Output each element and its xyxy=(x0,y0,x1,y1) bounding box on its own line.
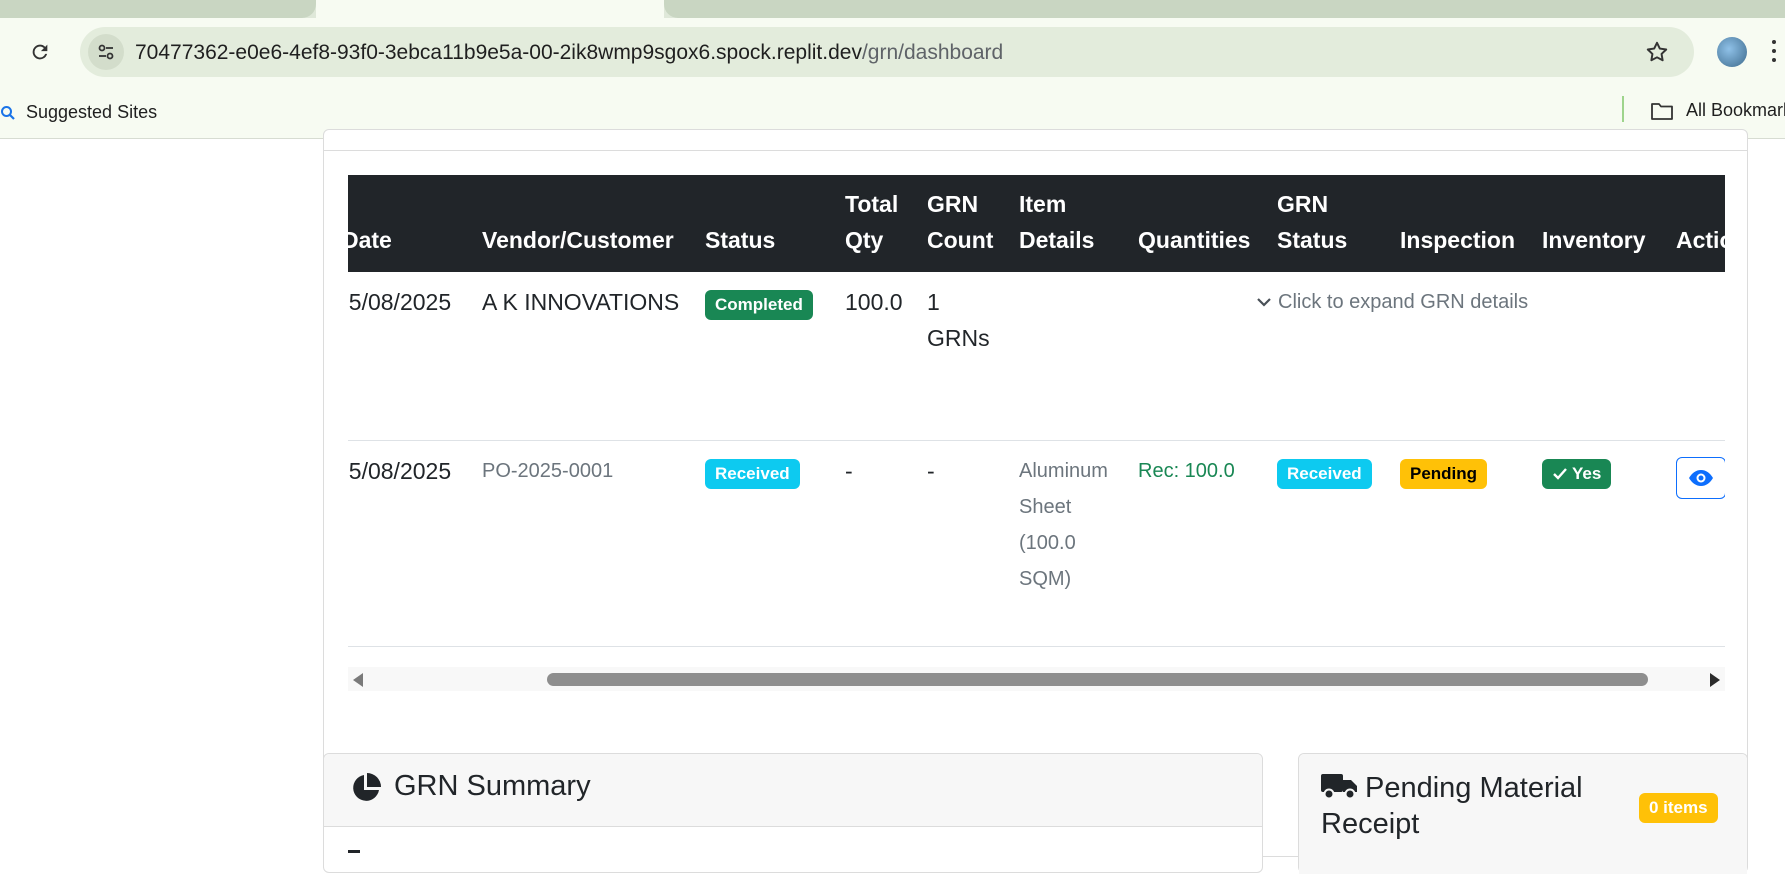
grn-status-badge: Received xyxy=(1277,459,1372,489)
header-grn-count: GRN Count xyxy=(927,186,993,258)
browser-tab[interactable] xyxy=(0,0,316,18)
card-header: Pending Material Receipt 0 items xyxy=(1299,754,1747,874)
header-inspection: Inspection xyxy=(1400,227,1516,253)
chevron-down-icon xyxy=(1257,298,1271,307)
profile-avatar[interactable] xyxy=(1717,37,1747,67)
eye-icon xyxy=(1689,470,1713,486)
tab-strip xyxy=(0,0,1785,18)
bookmark-suggested-sites[interactable]: Suggested Sites xyxy=(0,102,157,123)
row-quantities: Rec: 100.0 xyxy=(1138,460,1235,482)
row-total-qty: - xyxy=(845,458,853,484)
header-grn-status-line2: Status xyxy=(1277,227,1348,253)
site-info-icon[interactable] xyxy=(88,34,124,70)
all-bookmarks-button[interactable]: All Bookmarks xyxy=(1650,100,1785,121)
header-grn-status-line1: GRN xyxy=(1277,191,1329,217)
truck-icon xyxy=(1321,774,1357,800)
grn-count-unit: GRNs xyxy=(927,325,990,351)
bookmarks-separator xyxy=(1622,96,1624,122)
pie-chart-icon xyxy=(350,772,382,809)
header-actions: Actions xyxy=(1676,227,1725,253)
row-date: 15/08/2025 xyxy=(348,458,452,484)
card-title: Pending Material Receipt xyxy=(1321,770,1651,842)
row-date: 15/08/2025 xyxy=(348,289,452,315)
header-total-qty-line1: Total xyxy=(845,191,899,217)
url-path: /grn/dashboard xyxy=(861,41,1004,64)
url-text[interactable]: 70477362-e0e6-4ef8-93f0-3ebca11b9e5a-00-… xyxy=(135,41,1003,65)
inventory-badge: Yes xyxy=(1542,459,1612,489)
grn-table: Date Vendor/Customer Status Total Qty GRN… xyxy=(348,175,1725,649)
reload-icon[interactable] xyxy=(24,36,56,68)
inventory-label: Yes xyxy=(1572,464,1602,483)
row-grn-count: - xyxy=(927,458,935,484)
scroll-left-arrow[interactable] xyxy=(353,673,363,687)
bookmark-star-icon[interactable] xyxy=(1644,39,1670,65)
item-line: (100.0 xyxy=(1019,532,1076,554)
view-button[interactable] xyxy=(1676,457,1725,499)
header-grn-status: GRN Status xyxy=(1277,186,1347,258)
card-divider xyxy=(324,150,1748,151)
row-total-qty: 100.0 xyxy=(845,289,903,315)
expand-text: Click to expand GRN details xyxy=(1278,291,1529,313)
header-quantities: Quantities xyxy=(1138,227,1251,253)
card-title-text: Pending Material Receipt xyxy=(1321,772,1583,840)
table-header: Date Vendor/Customer Status Total Qty GRN… xyxy=(348,175,1725,272)
scroll-thumb[interactable] xyxy=(547,673,1648,686)
status-badge: Received xyxy=(705,459,800,489)
browser-tab-active[interactable] xyxy=(316,0,664,18)
card-body-line xyxy=(348,850,360,853)
status-badge: Completed xyxy=(705,290,813,320)
more-menu-icon[interactable] xyxy=(1772,40,1778,64)
header-status: Status xyxy=(705,227,776,253)
header-date: Date xyxy=(348,227,392,253)
header-total-qty: Total Qty xyxy=(845,186,898,258)
url-host: 70477362-e0e6-4ef8-93f0-3ebca11b9e5a-00-… xyxy=(135,41,862,64)
page-content: Date Vendor/Customer Status Total Qty GRN… xyxy=(0,129,1785,874)
scroll-right-arrow[interactable] xyxy=(1710,673,1720,687)
header-item-details-line1: Item xyxy=(1019,191,1067,217)
row-po-number: PO-2025-0001 xyxy=(482,460,614,482)
pending-material-receipt-card: Pending Material Receipt 0 items xyxy=(1298,753,1748,874)
items-count-badge: 0 items xyxy=(1639,793,1718,823)
expand-grn-details[interactable]: Click to expand GRN details xyxy=(1254,284,1528,320)
grn-count-value: 1 xyxy=(927,289,940,315)
header-total-qty-line2: Qty xyxy=(845,227,884,253)
row-grn-count: 1 GRNs xyxy=(927,284,990,356)
header-item-details: Item Details xyxy=(1019,186,1094,258)
row-item-details: Aluminum Sheet (100.0 SQM) xyxy=(1019,453,1108,597)
header-grn-count-line2: Count xyxy=(927,227,994,253)
grn-summary-card: GRN Summary xyxy=(323,753,1263,873)
item-line: Aluminum xyxy=(1019,460,1108,482)
card-title: GRN Summary xyxy=(394,770,591,802)
table-row-group[interactable]: 15/08/2025 A K INNOVATIONS Completed 100… xyxy=(348,272,1725,441)
check-icon xyxy=(1553,468,1567,480)
bookmark-label: Suggested Sites xyxy=(26,102,158,122)
all-bookmarks-label: All Bookmarks xyxy=(1686,100,1785,120)
header-item-details-line2: Details xyxy=(1019,227,1095,253)
address-bar[interactable]: 70477362-e0e6-4ef8-93f0-3ebca11b9e5a-00-… xyxy=(80,27,1694,77)
item-line: SQM) xyxy=(1019,568,1072,590)
inspection-badge: Pending xyxy=(1400,459,1488,489)
table-row[interactable]: 15/08/2025 PO-2025-0001 Received - - Alu… xyxy=(348,441,1725,647)
row-vendor: A K INNOVATIONS xyxy=(482,289,680,315)
card-header: GRN Summary xyxy=(324,754,1262,827)
horizontal-scrollbar[interactable] xyxy=(348,667,1725,691)
header-inventory: Inventory xyxy=(1542,227,1646,253)
item-line: Sheet xyxy=(1019,496,1072,518)
header-grn-count-line1: GRN xyxy=(927,191,979,217)
header-vendor: Vendor/Customer xyxy=(482,227,674,253)
browser-tab[interactable] xyxy=(664,0,1785,18)
